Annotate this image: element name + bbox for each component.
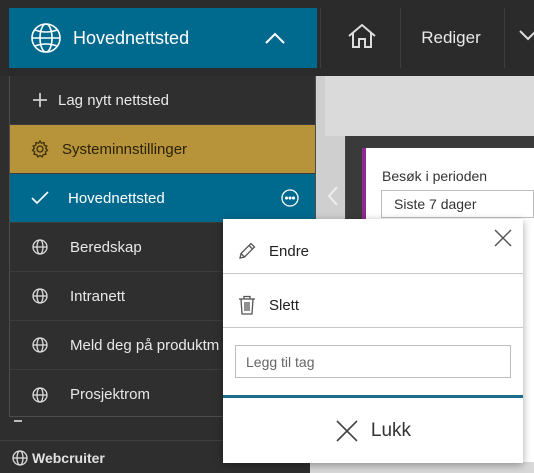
delete-site-label: Slett — [269, 296, 300, 314]
site-options-popup: Endre Slett Lukk — [223, 219, 523, 463]
toolbar-divider — [504, 8, 505, 68]
globe-icon — [29, 21, 63, 55]
create-site-item[interactable]: Lag nytt nettsted — [10, 76, 315, 125]
collapse-sidebar-button[interactable] — [322, 180, 344, 216]
close-button-label: Lukk — [370, 420, 412, 441]
current-site-item[interactable]: Hovednettsted — [10, 174, 315, 223]
more-options-icon[interactable] — [281, 189, 299, 207]
edit-site-option[interactable]: Endre — [223, 229, 523, 273]
edit-mode-button[interactable]: Rediger — [400, 8, 502, 68]
site-item-label: Intranett — [70, 287, 126, 305]
delete-site-option[interactable]: Slett — [223, 283, 523, 327]
globe-icon — [30, 237, 50, 257]
home-icon — [347, 23, 377, 54]
create-site-label: Lag nytt nettsted — [58, 91, 169, 109]
close-button[interactable]: Lukk — [223, 399, 523, 463]
popup-accent-bar — [223, 395, 523, 398]
site-switcher-button[interactable]: Hovednettsted — [9, 8, 317, 68]
chevron-left-icon — [327, 185, 339, 212]
checkmark-icon — [30, 188, 50, 208]
home-button[interactable] — [330, 8, 394, 68]
globe-icon — [12, 450, 28, 466]
sidebar-item-label: Webcruiter — [32, 450, 105, 466]
globe-icon — [30, 385, 50, 405]
chevron-down-icon[interactable] — [518, 28, 534, 48]
system-settings-item[interactable]: Systeminnstillinger — [10, 125, 315, 174]
popup-divider — [223, 327, 523, 328]
pencil-icon — [236, 240, 258, 262]
site-title: Hovednettsted — [73, 27, 190, 48]
gear-icon — [30, 139, 50, 159]
current-site-label: Hovednettsted — [68, 189, 165, 207]
period-select[interactable]: Siste 7 dager — [381, 190, 534, 218]
globe-icon — [30, 286, 50, 306]
site-item-label: Beredskap — [70, 238, 142, 256]
popup-divider — [223, 273, 523, 274]
system-settings-label: Systeminnstillinger — [62, 140, 188, 158]
visits-label: Besøk i perioden — [382, 168, 488, 184]
close-icon[interactable] — [493, 228, 513, 248]
tag-input[interactable] — [235, 345, 511, 378]
toolbar-divider — [320, 8, 321, 68]
edit-site-label: Endre — [269, 242, 310, 260]
trash-icon — [236, 294, 258, 316]
site-item-label: Meld deg på produktm — [70, 336, 220, 354]
plus-icon — [30, 90, 50, 110]
site-item-label: Prosjektrom — [70, 386, 151, 403]
globe-icon — [30, 335, 50, 355]
content-header — [325, 76, 534, 136]
chevron-up-icon[interactable] — [263, 28, 287, 48]
content-footer — [310, 462, 534, 473]
close-icon — [335, 419, 359, 443]
top-bar: Hovednettsted Rediger — [0, 0, 534, 76]
